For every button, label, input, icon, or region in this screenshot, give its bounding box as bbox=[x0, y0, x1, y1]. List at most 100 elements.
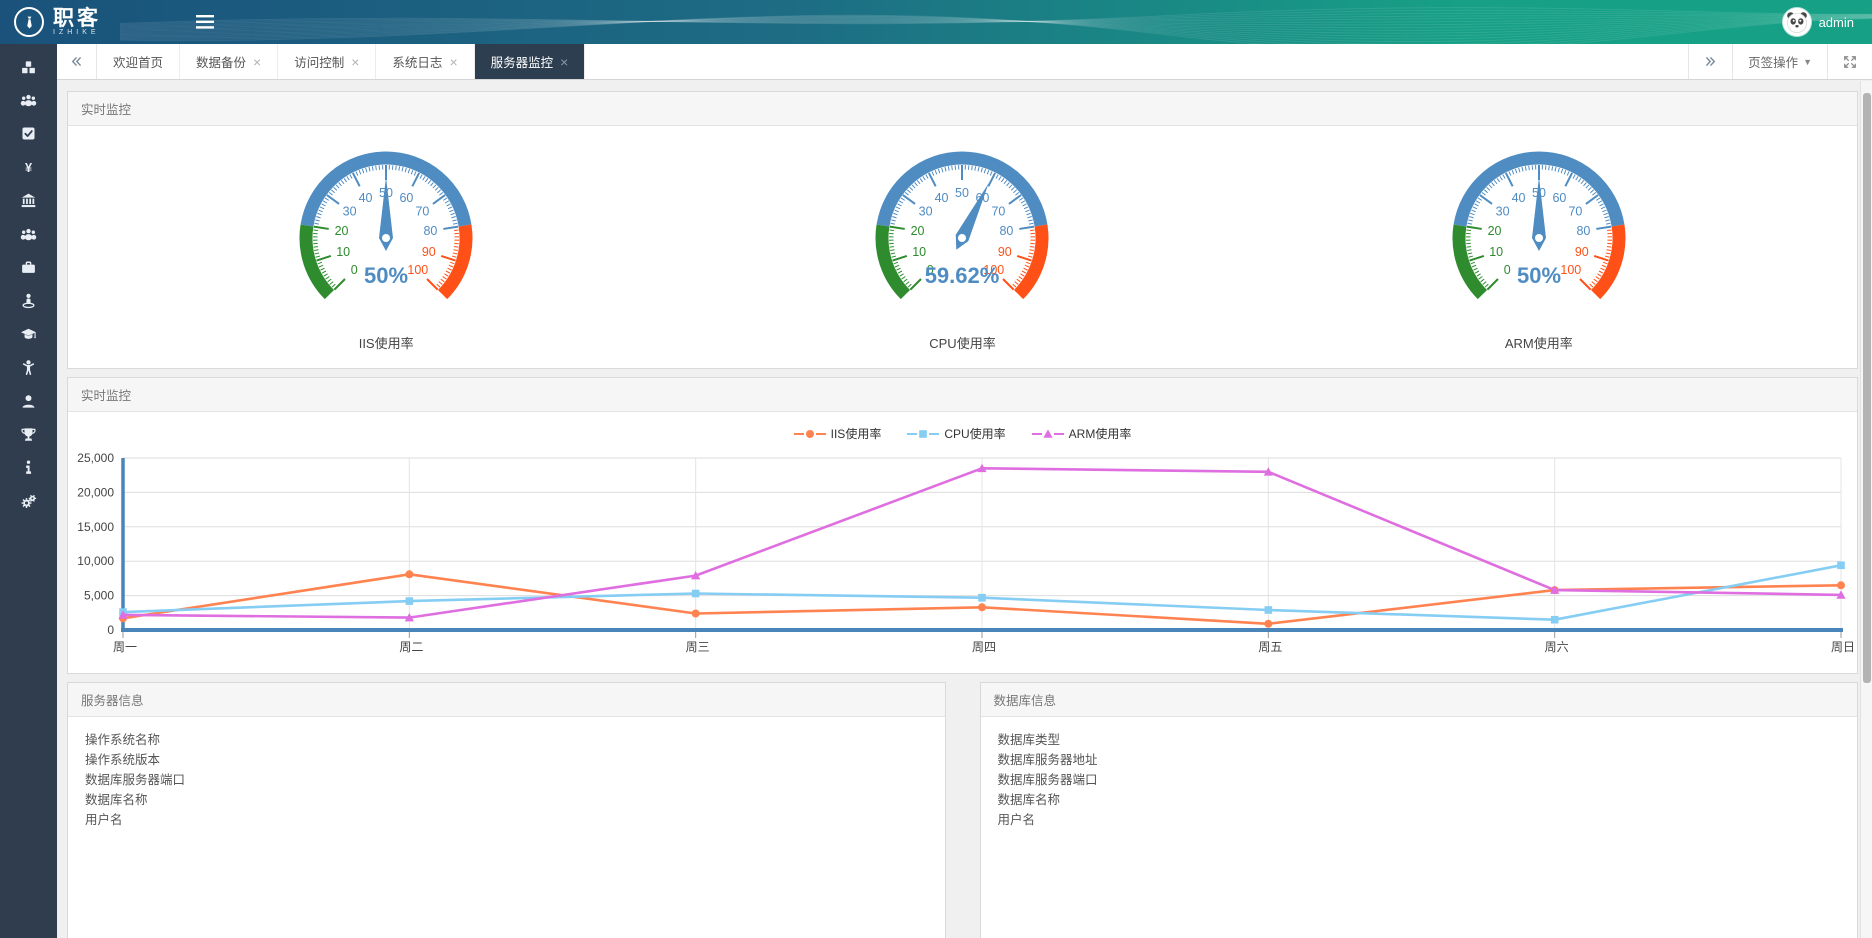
users-icon bbox=[20, 92, 37, 114]
sidebar-item-cubes[interactable] bbox=[0, 53, 57, 86]
svg-text:15,000: 15,000 bbox=[77, 520, 114, 534]
svg-text:60: 60 bbox=[400, 191, 414, 205]
list-item: 数据库服务器端口 bbox=[85, 770, 928, 790]
list-item: 操作系统名称 bbox=[85, 730, 928, 750]
list-item: 数据库服务器地址 bbox=[998, 750, 1841, 770]
yen-icon: ¥ bbox=[20, 159, 37, 181]
svg-text:50%: 50% bbox=[364, 263, 408, 288]
sidebar-item-child[interactable] bbox=[0, 354, 57, 387]
tab-item[interactable]: 欢迎首页 bbox=[97, 44, 180, 79]
panel-title: 数据库信息 bbox=[981, 683, 1858, 717]
team-icon bbox=[20, 226, 37, 248]
tab-bar: 欢迎首页数据备份×访问控制×系统日志×服务器监控× 页签操作 ▼ bbox=[57, 44, 1872, 80]
tab-operations-label: 页签操作 bbox=[1748, 52, 1798, 71]
gauge-chart: 010203040506070809010050% ARM使用率 bbox=[1419, 140, 1659, 352]
check-square-icon bbox=[20, 125, 37, 147]
database-info-list: 数据库类型数据库服务器地址数据库服务器端口数据库名称用户名 bbox=[981, 717, 1858, 843]
svg-text:0: 0 bbox=[107, 623, 114, 637]
server-info-list: 操作系统名称操作系统版本数据库服务器端口数据库名称用户名 bbox=[68, 717, 945, 843]
svg-text:周三: 周三 bbox=[686, 640, 710, 654]
tab-item[interactable]: 访问控制 × bbox=[278, 44, 376, 79]
trophy-icon bbox=[20, 426, 37, 448]
app-logo[interactable]: 职客 IZHIKE bbox=[0, 7, 196, 37]
svg-text:59.62%: 59.62% bbox=[925, 263, 1000, 288]
gauge-svg: 010203040506070809010050% bbox=[266, 140, 506, 308]
user-avatar bbox=[1783, 8, 1811, 36]
logo-title: 职客 bbox=[53, 8, 101, 29]
realtime-gauges-panel: 实时监控 010203040506070809010050% IIS使用率 010… bbox=[67, 91, 1858, 369]
gauge-chart: 010203040506070809010059.62% CPU使用率 bbox=[842, 140, 1082, 352]
main-content: 实时监控 010203040506070809010050% IIS使用率010… bbox=[57, 81, 1860, 938]
gauge-svg: 010203040506070809010050% bbox=[1419, 140, 1659, 308]
sidebar-item-street-view[interactable] bbox=[0, 287, 57, 320]
panel-title: 实时监控 bbox=[68, 92, 1857, 126]
svg-text:25,000: 25,000 bbox=[77, 451, 114, 465]
svg-text:10: 10 bbox=[1489, 245, 1503, 259]
sidebar-item-trophy[interactable] bbox=[0, 420, 57, 453]
svg-text:¥: ¥ bbox=[25, 160, 33, 175]
legend-item[interactable]: ARM使用率 bbox=[1032, 425, 1132, 442]
sidebar-item-yen[interactable]: ¥ bbox=[0, 153, 57, 186]
tab-close-icon[interactable]: × bbox=[449, 55, 457, 69]
user-menu[interactable]: admin bbox=[1783, 8, 1872, 36]
legend-swatch-icon bbox=[907, 428, 939, 440]
fullscreen-button[interactable] bbox=[1827, 44, 1872, 79]
svg-text:40: 40 bbox=[1511, 191, 1525, 205]
gauge-caption: ARM使用率 bbox=[1419, 333, 1659, 352]
tabs-scroll-right-button[interactable] bbox=[1688, 44, 1732, 79]
svg-text:50%: 50% bbox=[1517, 263, 1561, 288]
tab-item[interactable]: 数据备份× bbox=[180, 44, 278, 79]
double-chevron-right-icon bbox=[1704, 55, 1717, 68]
info-panels-row: 服务器信息 操作系统名称操作系统版本数据库服务器端口数据库名称用户名 数据库信息… bbox=[67, 682, 1858, 938]
sidebar-item-bank[interactable] bbox=[0, 187, 57, 220]
svg-text:70: 70 bbox=[1568, 205, 1582, 219]
svg-text:100: 100 bbox=[1560, 263, 1581, 277]
legend-item[interactable]: IIS使用率 bbox=[794, 425, 882, 442]
sidebar-item-briefcase[interactable] bbox=[0, 253, 57, 286]
tie-logo-icon bbox=[14, 7, 44, 37]
server-info-panel: 服务器信息 操作系统名称操作系统版本数据库服务器端口数据库名称用户名 bbox=[67, 682, 946, 938]
legend-item[interactable]: CPU使用率 bbox=[907, 425, 1005, 442]
line-chart-svg: 05,00010,00015,00020,00025,000周一周二周三周四周五… bbox=[68, 448, 1857, 660]
svg-text:周六: 周六 bbox=[1545, 640, 1569, 654]
tab-label: 访问控制 bbox=[294, 52, 344, 71]
sidebar-item-gears[interactable] bbox=[0, 487, 57, 520]
list-item: 操作系统版本 bbox=[85, 750, 928, 770]
sidebar-item-graduation-cap[interactable] bbox=[0, 320, 57, 353]
sidebar-item-users[interactable] bbox=[0, 86, 57, 119]
gears-icon bbox=[20, 493, 37, 515]
line-chart: 05,00010,00015,00020,00025,000周一周二周三周四周五… bbox=[68, 444, 1857, 673]
svg-text:60: 60 bbox=[1552, 191, 1566, 205]
list-item: 用户名 bbox=[85, 810, 928, 830]
sidebar-toggle-button[interactable] bbox=[196, 15, 214, 29]
sidebar-item-info[interactable] bbox=[0, 454, 57, 487]
scrollbar-thumb[interactable] bbox=[1863, 93, 1871, 683]
gauge-caption: IIS使用率 bbox=[266, 333, 506, 352]
tabs-scroll-left-button[interactable] bbox=[57, 44, 97, 79]
tab-close-icon[interactable]: × bbox=[253, 55, 261, 69]
vertical-scrollbar[interactable] bbox=[1860, 81, 1872, 938]
tab-close-icon[interactable]: × bbox=[560, 55, 568, 69]
briefcase-icon bbox=[20, 259, 37, 281]
sidebar-item-check-square[interactable] bbox=[0, 120, 57, 153]
street-view-icon bbox=[20, 292, 37, 314]
tab-item[interactable]: 系统日志× bbox=[376, 44, 474, 79]
tab-item[interactable]: 服务器监控 × bbox=[475, 44, 586, 79]
sidebar-item-team[interactable] bbox=[0, 220, 57, 253]
legend-label: IIS使用率 bbox=[831, 425, 882, 442]
tab-close-icon[interactable]: × bbox=[351, 55, 359, 69]
top-navbar: 职客 IZHIKE admin bbox=[0, 0, 1872, 44]
double-chevron-left-icon bbox=[70, 55, 83, 68]
info-icon bbox=[20, 459, 37, 481]
chevron-down-icon: ▼ bbox=[1803, 57, 1812, 67]
sidebar-item-user[interactable] bbox=[0, 387, 57, 420]
svg-text:20: 20 bbox=[335, 224, 349, 238]
tab-operations-dropdown[interactable]: 页签操作 ▼ bbox=[1732, 44, 1827, 79]
legend-label: CPU使用率 bbox=[944, 425, 1005, 442]
tab-label: 服务器监控 bbox=[491, 52, 554, 71]
svg-text:10: 10 bbox=[336, 245, 350, 259]
tab-label: 欢迎首页 bbox=[113, 52, 163, 71]
panel-title: 服务器信息 bbox=[68, 683, 945, 717]
svg-text:80: 80 bbox=[1000, 224, 1014, 238]
svg-text:70: 70 bbox=[992, 205, 1006, 219]
